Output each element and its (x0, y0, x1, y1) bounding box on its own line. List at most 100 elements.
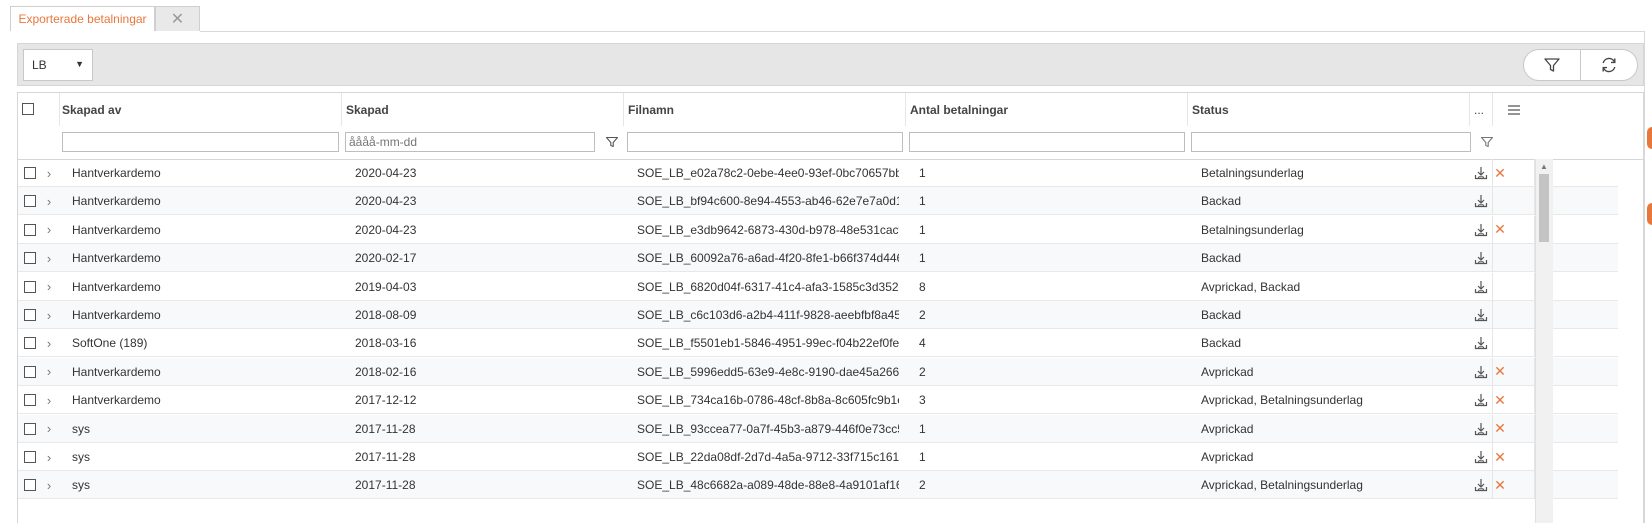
close-tab-button[interactable]: ✕ (155, 6, 200, 31)
table-row[interactable]: › Hantverkardemo 2020-02-17 SOE_LB_60092a76… (18, 244, 1618, 273)
row-checkbox[interactable] (22, 358, 38, 386)
download-button[interactable] (1471, 358, 1491, 386)
refresh-button[interactable] (1580, 50, 1637, 80)
row-checkbox[interactable] (22, 159, 38, 187)
column-header-skapad-av[interactable]: Skapad av (58, 93, 341, 126)
download-button[interactable] (1471, 159, 1491, 187)
cell-created-by: Hantverkardemo (72, 393, 161, 408)
table-row[interactable]: › Hantverkardemo 2017-12-12 SOE_LB_734ca16b… (18, 386, 1618, 415)
cell-filename: SOE_LB_48c6682a-a089-48de-88e8-4a9101af1… (637, 478, 899, 493)
table-row[interactable]: › sys 2017-11-28 SOE_LB_22da08df-2d7d-4a5a-… (18, 443, 1618, 471)
filter-button[interactable] (1524, 50, 1580, 80)
column-header-more[interactable]: ... (1469, 93, 1492, 126)
cell-status: Betalningsunderlag (1201, 166, 1304, 180)
remove-button[interactable]: ✕ (1492, 216, 1508, 244)
cell-payment-count: 1 (919, 166, 926, 180)
filter-filnamn-input[interactable] (627, 132, 903, 152)
expand-row-chevron-icon[interactable]: › (42, 216, 56, 244)
vertical-scrollbar[interactable]: ▲ (1535, 159, 1553, 523)
download-button[interactable] (1471, 273, 1491, 301)
remove-button[interactable]: ✕ (1492, 471, 1508, 499)
filter-status-input[interactable] (1191, 132, 1471, 152)
cell-status: Backad (1201, 251, 1242, 266)
expand-row-chevron-icon[interactable]: › (42, 273, 56, 301)
scroll-up-icon[interactable]: ▲ (1540, 162, 1548, 171)
scrollbar-thumb[interactable] (1539, 174, 1549, 242)
column-header-label: Skapad av (62, 102, 122, 117)
column-header-skapad[interactable]: Skapad (341, 93, 623, 126)
dropdown-caret-icon: ▼ (75, 59, 84, 69)
side-panel-handle[interactable] (1647, 203, 1652, 225)
table-row[interactable]: › Hantverkardemo 2019-04-03 SOE_LB_6820d04f… (18, 272, 1618, 301)
expand-row-chevron-icon[interactable]: › (42, 244, 56, 272)
download-button[interactable] (1471, 244, 1491, 272)
row-checkbox[interactable] (22, 329, 38, 357)
column-header-filnamn[interactable]: Filnamn (623, 93, 905, 126)
row-checkbox[interactable] (22, 301, 38, 329)
cell-created: 2018-08-09 (355, 308, 417, 322)
expand-row-chevron-icon[interactable]: › (42, 358, 56, 386)
row-checkbox[interactable] (22, 187, 38, 215)
download-button[interactable] (1471, 471, 1491, 499)
payment-type-select[interactable]: LB ▼ (23, 49, 93, 81)
download-icon (1474, 223, 1488, 236)
side-panel-handle[interactable] (1647, 127, 1652, 149)
expand-row-chevron-icon[interactable]: › (42, 415, 56, 443)
table-row[interactable]: › Hantverkardemo 2020-04-23 SOE_LB_e3db9642… (18, 215, 1618, 244)
column-header-antal[interactable]: Antal betalningar (905, 93, 1187, 126)
remove-button[interactable]: ✕ (1492, 386, 1508, 414)
close-icon: ✕ (1494, 391, 1506, 408)
expand-row-chevron-icon[interactable]: › (42, 443, 56, 471)
download-icon (1474, 394, 1488, 407)
close-icon: ✕ (170, 11, 185, 28)
remove-button[interactable]: ✕ (1492, 358, 1508, 386)
cell-filename: SOE_LB_22da08df-2d7d-4a5a-9712-33f715c16… (637, 450, 899, 464)
status-filter-funnel-icon[interactable] (1480, 135, 1494, 149)
table-row[interactable]: › sys 2017-11-28 SOE_LB_48c6682a-a089-48de-… (18, 471, 1618, 500)
filter-skapad-input[interactable] (345, 132, 595, 152)
download-button[interactable] (1471, 443, 1491, 471)
expand-row-chevron-icon[interactable]: › (42, 471, 56, 499)
table-row[interactable]: › Hantverkardemo 2020-04-23 SOE_LB_bf94c600… (18, 187, 1618, 216)
close-icon: ✕ (1494, 164, 1506, 181)
cell-created: 2018-03-16 (355, 336, 417, 351)
filter-skapad-av-input[interactable] (62, 132, 339, 152)
download-button[interactable] (1471, 216, 1491, 244)
expand-row-chevron-icon[interactable]: › (42, 301, 56, 329)
column-divider (1492, 187, 1493, 216)
download-button[interactable] (1471, 329, 1491, 357)
table-row[interactable]: › sys 2017-11-28 SOE_LB_93ccea77-0a7f-45b3-… (18, 414, 1618, 443)
filter-antal-input[interactable] (909, 132, 1185, 152)
column-header-status[interactable]: Status (1187, 93, 1469, 126)
download-button[interactable] (1471, 301, 1491, 329)
row-checkbox[interactable] (22, 386, 38, 414)
row-checkbox[interactable] (22, 244, 38, 272)
cell-payment-count: 1 (919, 421, 926, 436)
tab-exporterade-betalningar[interactable]: Exporterade betalningar (10, 6, 155, 31)
table-row[interactable]: › Hantverkardemo 2018-08-09 SOE_LB_c6c103d6… (18, 301, 1618, 329)
expand-row-chevron-icon[interactable]: › (42, 187, 56, 215)
column-header-label: ... (1474, 102, 1485, 117)
column-menu-button[interactable] (1492, 93, 1534, 126)
cell-created-by: sys (72, 478, 90, 493)
row-checkbox[interactable] (22, 443, 38, 471)
row-checkbox[interactable] (22, 216, 38, 244)
cell-created-by: Hantverkardemo (72, 279, 161, 294)
table-row[interactable]: › Hantverkardemo 2020-04-23 SOE_LB_e02a78c2… (18, 159, 1618, 187)
expand-row-chevron-icon[interactable]: › (42, 159, 56, 187)
table-row[interactable]: › SoftOne (189) 2018-03-16 SOE_LB_f5501eb1-… (18, 329, 1618, 358)
row-checkbox[interactable] (22, 415, 38, 443)
remove-button[interactable]: ✕ (1492, 159, 1508, 187)
expand-row-chevron-icon[interactable]: › (42, 386, 56, 414)
remove-button[interactable]: ✕ (1492, 415, 1508, 443)
select-all-checkbox[interactable] (22, 103, 34, 118)
expand-row-chevron-icon[interactable]: › (42, 329, 56, 357)
download-button[interactable] (1471, 386, 1491, 414)
download-button[interactable] (1471, 415, 1491, 443)
download-button[interactable] (1471, 187, 1491, 215)
date-filter-funnel-icon[interactable] (605, 135, 619, 149)
row-checkbox[interactable] (22, 273, 38, 301)
table-row[interactable]: › Hantverkardemo 2018-02-16 SOE_LB_5996edd5… (18, 357, 1618, 386)
row-checkbox[interactable] (22, 471, 38, 499)
remove-button[interactable]: ✕ (1492, 443, 1508, 471)
